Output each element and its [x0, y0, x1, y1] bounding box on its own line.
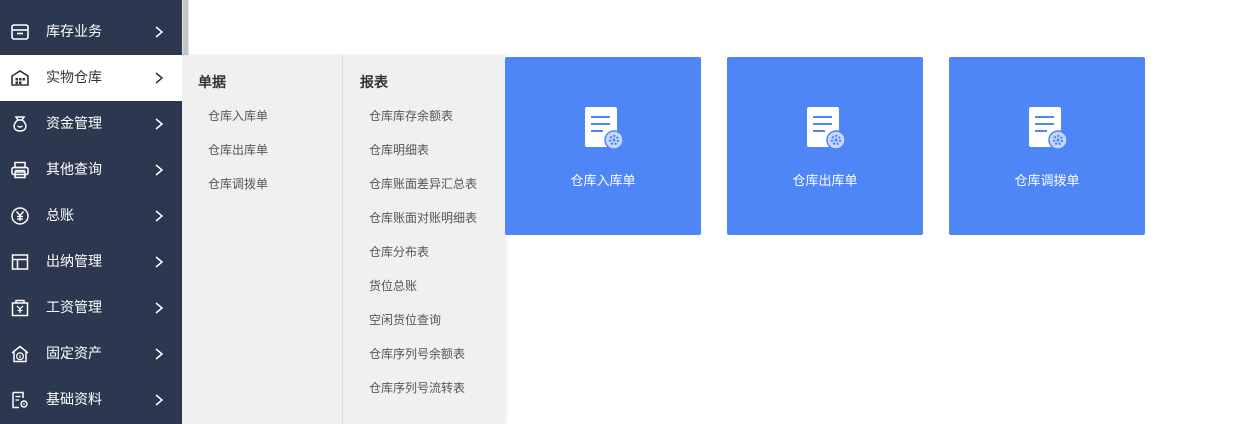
chevron-right-icon [155, 164, 164, 176]
column-divider [342, 55, 343, 424]
payroll-icon [11, 299, 29, 317]
chevron-right-icon [155, 26, 164, 38]
tile-warehouse-outbound[interactable]: 仓库出库单 [727, 57, 923, 235]
flyout-link-report[interactable]: 仓库序列号余额表 [369, 346, 465, 362]
yen-circle-icon [11, 207, 29, 225]
sidebar-item-fixed-assets[interactable]: 固定资产 [0, 331, 182, 377]
reports-column-title: 报表 [360, 75, 388, 91]
money-bag-icon [13, 116, 27, 132]
sidebar: 库存业务 实物仓库 资金管理 其他查询 总账 出纳管理 工资管理 固定资产 基础… [0, 0, 182, 424]
sidebar-item-label: 出纳管理 [46, 254, 102, 270]
flyout-link-report[interactable]: 仓库序列号流转表 [369, 380, 465, 396]
sidebar-item-warehouse[interactable]: 实物仓库 [0, 55, 182, 101]
flyout-link-report[interactable]: 仓库明细表 [369, 142, 429, 158]
flyout-link-report[interactable]: 仓库账面差异汇总表 [369, 176, 477, 192]
documents-column-title: 单据 [198, 75, 226, 91]
document-gear-icon [1029, 107, 1067, 150]
flyout-link-report[interactable]: 货位总账 [369, 278, 417, 294]
sidebar-item-label: 总账 [46, 208, 74, 224]
sidebar-item-label: 实物仓库 [46, 70, 102, 86]
sidebar-item-inventory[interactable]: 库存业务 [0, 9, 182, 55]
sidebar-item-other-query[interactable]: 其他查询 [0, 147, 182, 193]
inventory-box-icon [11, 24, 29, 40]
document-gear-icon [807, 107, 845, 150]
sidebar-item-basic-data[interactable]: 基础资料 [0, 377, 182, 423]
sidebar-item-label: 基础资料 [46, 392, 102, 408]
chevron-right-icon [155, 72, 164, 84]
sidebar-item-label: 资金管理 [46, 116, 102, 132]
document-gear-icon [585, 107, 623, 150]
scrollbar-thumb[interactable] [183, 0, 188, 55]
chevron-right-icon [155, 302, 164, 314]
sidebar-item-label: 工资管理 [46, 300, 102, 316]
chevron-right-icon [155, 348, 164, 360]
house-yen-icon [11, 345, 29, 363]
sidebar-item-label: 固定资产 [46, 346, 102, 362]
flyout-link-report[interactable]: 仓库库存余额表 [369, 108, 453, 124]
chevron-right-icon [155, 394, 164, 406]
flyout-link-warehouse-transfer[interactable]: 仓库调拨单 [208, 176, 268, 192]
sidebar-item-funds[interactable]: 资金管理 [0, 101, 182, 147]
document-settings-icon [12, 391, 28, 409]
flyout-link-report[interactable]: 仓库分布表 [369, 244, 429, 260]
tile-label: 仓库入库单 [570, 174, 636, 189]
layout-panel-icon [11, 254, 29, 270]
flyout-link-warehouse-outbound[interactable]: 仓库出库单 [208, 142, 268, 158]
tile-label: 仓库调拨单 [1014, 174, 1080, 189]
chevron-right-icon [155, 118, 164, 130]
sidebar-item-payroll[interactable]: 工资管理 [0, 285, 182, 331]
chevron-right-icon [155, 256, 164, 268]
chevron-right-icon [155, 210, 164, 222]
flyout-link-warehouse-inbound[interactable]: 仓库入库单 [208, 108, 268, 124]
flyout-link-report[interactable]: 仓库账面对账明细表 [369, 210, 477, 226]
warehouse-flyout-menu: 单据 仓库入库单 仓库出库单 仓库调拨单 报表 仓库库存余额表 仓库明细表 仓库… [182, 55, 504, 424]
tile-label: 仓库出库单 [792, 174, 858, 189]
sidebar-item-label: 其他查询 [46, 162, 102, 178]
sidebar-item-cashier[interactable]: 出纳管理 [0, 239, 182, 285]
warehouse-icon [11, 70, 29, 86]
sidebar-item-general-ledger[interactable]: 总账 [0, 193, 182, 239]
tile-warehouse-inbound[interactable]: 仓库入库单 [505, 57, 701, 235]
printer-icon [11, 161, 29, 179]
tile-warehouse-transfer[interactable]: 仓库调拨单 [949, 57, 1145, 235]
sidebar-item-label: 库存业务 [46, 24, 102, 40]
flyout-link-report[interactable]: 空闲货位查询 [369, 312, 441, 328]
